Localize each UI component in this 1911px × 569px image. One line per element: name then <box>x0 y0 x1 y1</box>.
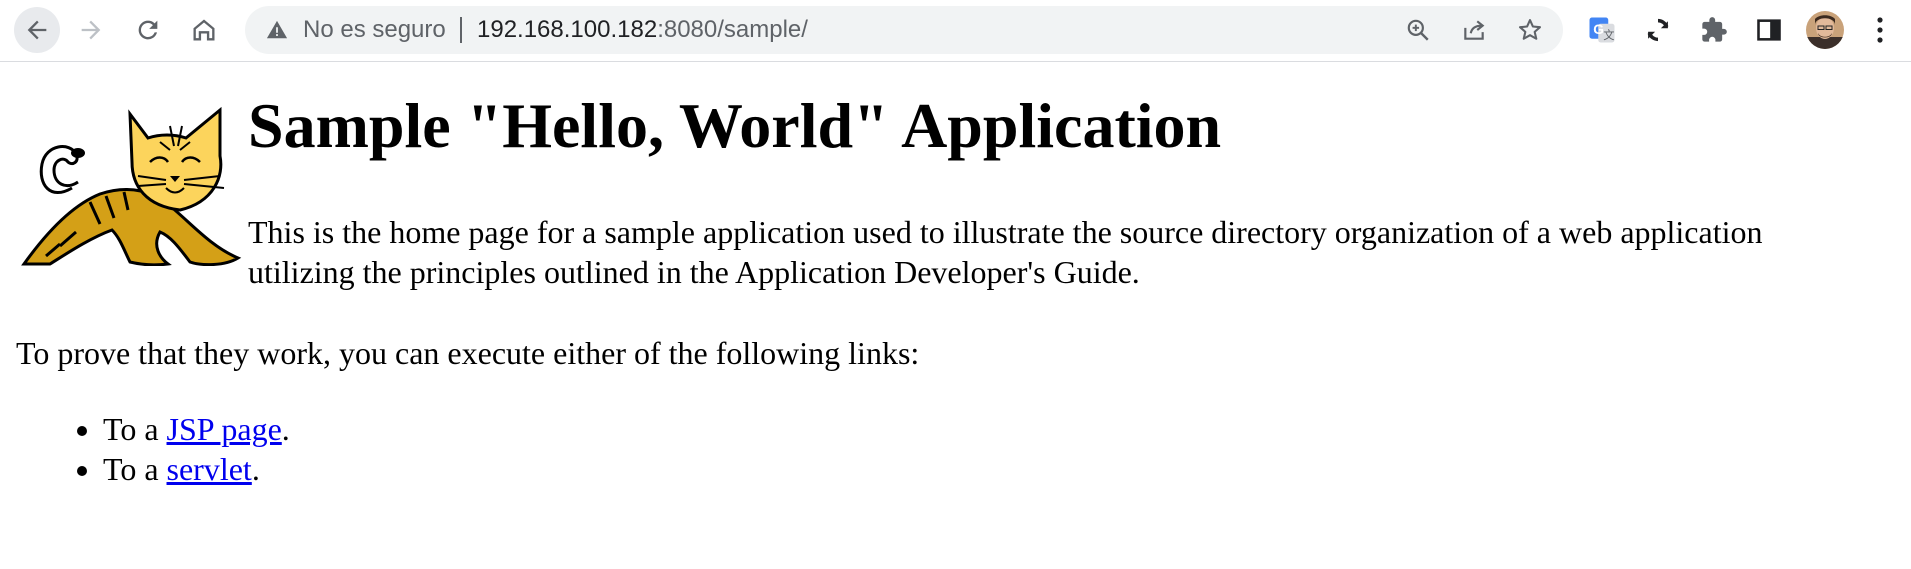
address-bar[interactable]: No es seguro 192.168.100.182:8080/sample… <box>245 6 1563 54</box>
intro-paragraph: This is the home page for a sample appli… <box>248 214 1763 290</box>
list-item-suffix: . <box>281 411 290 447</box>
list-item-jsp: To a JSP page. <box>103 409 290 449</box>
instructions-text: To prove that they work, you can execute… <box>16 335 920 371</box>
reload-button[interactable] <box>125 7 171 53</box>
reload-icon <box>138 20 158 40</box>
arrow-left-icon <box>27 20 47 40</box>
bookmark-star-icon[interactable] <box>1513 13 1547 47</box>
share-icon[interactable] <box>1457 13 1491 47</box>
list-item-suffix: . <box>251 451 260 487</box>
warning-triangle-icon[interactable] <box>265 18 289 42</box>
jsp-page-link[interactable]: JSP page <box>167 411 282 447</box>
back-button[interactable] <box>14 7 60 53</box>
puzzle-extensions-icon[interactable] <box>1691 7 1737 53</box>
page-title: Sample "Hello, World" Application <box>248 90 1222 161</box>
list-item-prefix: To a <box>103 451 167 487</box>
security-label[interactable]: No es seguro <box>303 17 446 43</box>
side-panel-icon[interactable] <box>1746 7 1792 53</box>
links-list: To a JSP page. To a servlet. <box>0 409 290 489</box>
page-content: Sample "Hello, World" Application This i… <box>0 62 1911 569</box>
arrow-right-icon <box>81 20 101 40</box>
url-path: :8080/sample/ <box>657 16 808 43</box>
list-item-servlet: To a servlet. <box>103 449 290 489</box>
home-icon <box>193 19 215 41</box>
svg-text:文: 文 <box>1603 28 1614 42</box>
home-button[interactable] <box>181 7 227 53</box>
url-text[interactable]: 192.168.100.182:8080/sample/ <box>477 17 808 43</box>
forward-button[interactable] <box>68 7 114 53</box>
google-translate-icon[interactable]: G 文 <box>1579 7 1625 53</box>
servlet-link[interactable]: servlet <box>167 451 252 487</box>
browser-toolbar: No es seguro 192.168.100.182:8080/sample… <box>0 0 1911 62</box>
sync-extension-icon[interactable] <box>1635 7 1681 53</box>
list-item-prefix: To a <box>103 411 167 447</box>
address-divider <box>460 17 462 43</box>
url-host: 192.168.100.182 <box>477 16 658 43</box>
zoom-icon[interactable] <box>1401 13 1435 47</box>
kebab-menu-icon[interactable] <box>1857 7 1903 53</box>
tomcat-logo-icon <box>21 106 242 266</box>
profile-avatar-icon[interactable] <box>1802 7 1848 53</box>
